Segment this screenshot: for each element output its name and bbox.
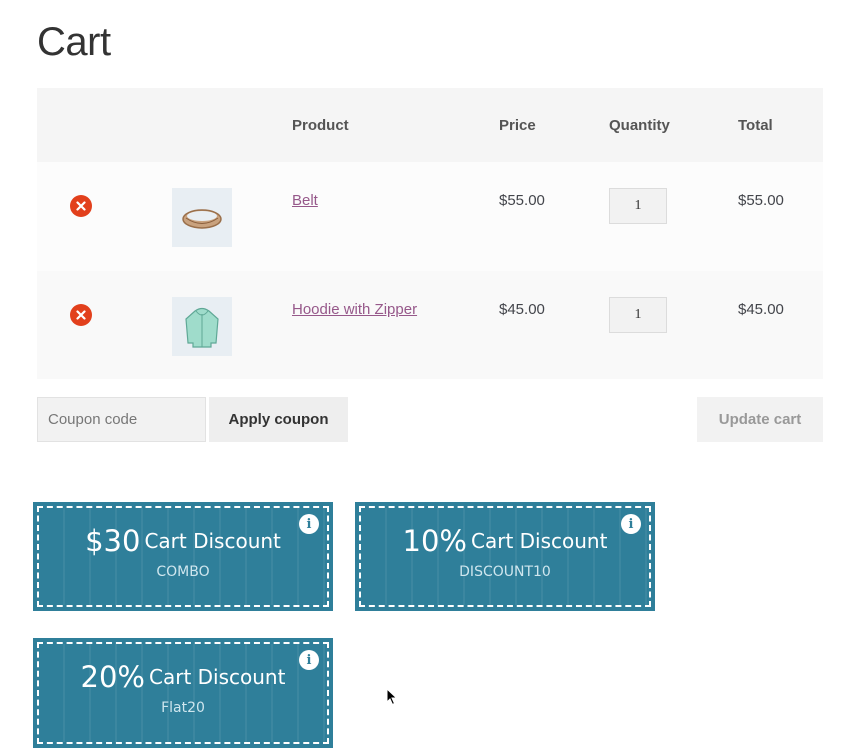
product-price: $45.00 bbox=[499, 301, 545, 318]
close-icon bbox=[76, 201, 86, 211]
coupon-label: Cart Discount bbox=[149, 665, 286, 689]
product-thumbnail[interactable] bbox=[172, 297, 232, 356]
info-icon[interactable]: i bbox=[621, 514, 641, 534]
quantity-input[interactable]: 1 bbox=[609, 188, 667, 224]
coupon-amount: 20% bbox=[80, 660, 145, 694]
hoodie-icon bbox=[185, 307, 219, 348]
line-total: $55.00 bbox=[738, 192, 784, 209]
product-thumbnail[interactable] bbox=[172, 188, 232, 247]
header-product: Product bbox=[292, 117, 349, 134]
apply-coupon-button[interactable]: Apply coupon bbox=[209, 397, 348, 442]
belt-icon bbox=[182, 208, 222, 229]
line-total: $45.00 bbox=[738, 301, 784, 318]
header-price: Price bbox=[499, 117, 536, 134]
coupon-card[interactable]: 20% Cart Discount Flat20 i bbox=[33, 638, 333, 748]
coupon-code: Flat20 bbox=[161, 700, 205, 716]
table-row: Belt $55.00 1 $55.00 bbox=[37, 162, 823, 271]
coupon-headline: 20% Cart Discount bbox=[33, 660, 333, 694]
page-title: Cart bbox=[37, 20, 111, 64]
remove-item-button[interactable] bbox=[70, 304, 92, 326]
info-icon[interactable]: i bbox=[299, 514, 319, 534]
product-link[interactable]: Belt bbox=[292, 192, 318, 209]
coupon-card[interactable]: 10% Cart Discount DISCOUNT10 i bbox=[355, 502, 655, 611]
product-price: $55.00 bbox=[499, 192, 545, 209]
quantity-input[interactable]: 1 bbox=[609, 297, 667, 333]
product-link[interactable]: Hoodie with Zipper bbox=[292, 301, 417, 318]
cart-table: Product Price Quantity Total Belt $55.00… bbox=[37, 88, 823, 379]
coupon-label: Cart Discount bbox=[144, 529, 281, 553]
table-row: Hoodie with Zipper $45.00 1 $45.00 bbox=[37, 271, 823, 379]
coupon-code: COMBO bbox=[156, 564, 210, 580]
coupon-headline: 10% Cart Discount bbox=[355, 524, 655, 558]
mouse-cursor-icon bbox=[386, 688, 398, 706]
header-total: Total bbox=[738, 117, 773, 134]
coupon-card[interactable]: $30 Cart Discount COMBO i bbox=[33, 502, 333, 611]
coupon-label: Cart Discount bbox=[471, 529, 608, 553]
table-header: Product Price Quantity Total bbox=[37, 88, 823, 162]
remove-item-button[interactable] bbox=[70, 195, 92, 217]
header-quantity: Quantity bbox=[609, 117, 670, 134]
coupon-code: DISCOUNT10 bbox=[459, 564, 551, 580]
coupon-headline: $30 Cart Discount bbox=[33, 524, 333, 558]
coupon-amount: 10% bbox=[402, 524, 467, 558]
coupon-amount: $30 bbox=[85, 524, 141, 558]
update-cart-button[interactable]: Update cart bbox=[697, 397, 823, 442]
info-icon[interactable]: i bbox=[299, 650, 319, 670]
close-icon bbox=[76, 310, 86, 320]
coupon-code-input[interactable]: Coupon code bbox=[37, 397, 206, 442]
